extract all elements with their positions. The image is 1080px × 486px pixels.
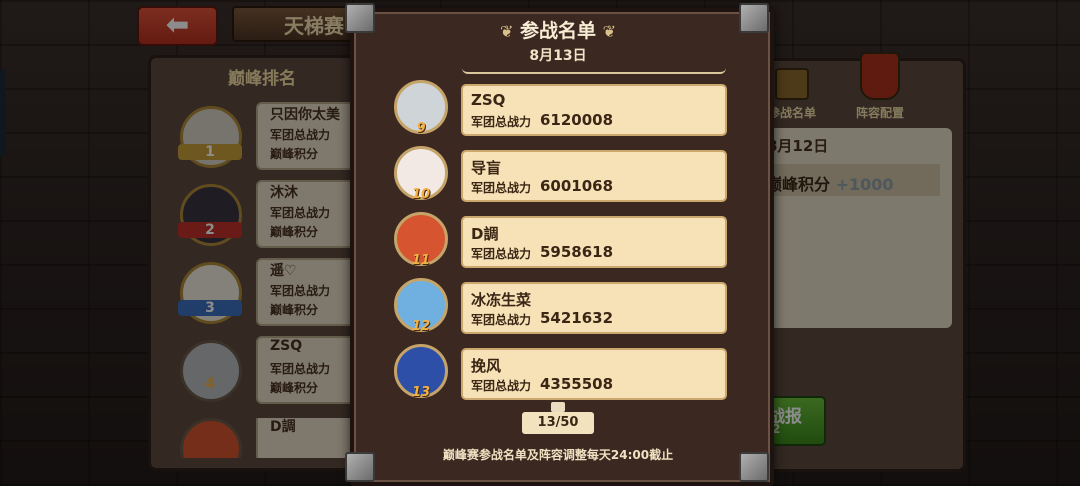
laurel-right-icon: ❦ [602,22,617,41]
participant-entry[interactable]: 13 挽风 军团总战力 4355508 [394,344,734,404]
scroll-handle[interactable] [551,402,565,412]
participant-name: D調 [471,225,499,243]
modal-date: 8月13日 [529,48,587,64]
participant-entry[interactable]: 10 导盲 军团总战力 6001068 [394,146,734,206]
participant-entry[interactable]: 12 冰冻生菜 军团总战力 5421632 [394,278,734,338]
deadline-notice: 巅峰赛参战名单及阵容调整每天24:00截止 [442,448,674,462]
power-label: 军团总战力 [471,313,532,327]
participant-name: 冰冻生菜 [471,291,532,309]
power-label: 军团总战力 [471,115,532,129]
participant-entry[interactable]: 11 D調 军团总战力 5958618 [394,212,734,272]
participant-name: ZSQ [471,91,506,109]
page-indicator: 13/50 [522,412,594,434]
list-divider [462,66,726,74]
modal-title: ❦ 参战名单 ❦ [499,20,617,42]
laurel-left-icon: ❦ [499,22,514,41]
power-value: 6120008 [540,111,614,129]
participant-name: 挽风 [471,357,502,375]
participant-name: 导盲 [471,159,502,177]
rank-number: 10 [411,187,431,202]
power-value: 6001068 [540,177,614,195]
power-value: 5421632 [540,309,614,327]
power-value: 5958618 [540,243,614,261]
rank-number: 13 [411,385,431,400]
rank-number: 12 [411,319,431,334]
participant-entry[interactable]: 9 ZSQ 军团总战力 6120008 [394,80,734,140]
power-value: 4355508 [540,375,614,393]
power-label: 军团总战力 [471,181,532,195]
power-label: 军团总战力 [471,379,532,393]
rank-number: 11 [411,253,431,268]
rank-number: 9 [416,121,426,136]
power-label: 军团总战力 [471,247,532,261]
